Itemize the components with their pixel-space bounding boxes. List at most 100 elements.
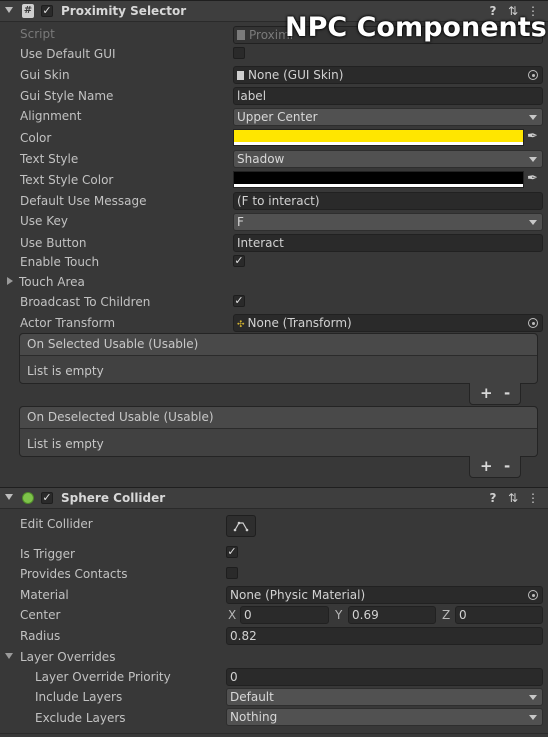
eyedropper-icon[interactable]: ✒ [527, 171, 538, 186]
layer-overrides-foldout[interactable]: Layer Overrides [20, 650, 115, 664]
broadcast-to-children-checkbox[interactable]: ✓ [233, 295, 245, 307]
on-deselected-usable-event: On Deselected Usable (Usable) List is em… [19, 406, 538, 457]
center-z-input[interactable]: 0 [455, 606, 543, 624]
radius-input[interactable]: 0.82 [226, 627, 543, 645]
gui-skin-label: Gui Skin [20, 68, 70, 82]
remove-listener-button[interactable]: - [504, 384, 510, 402]
material-field[interactable]: None (Physic Material) [226, 586, 543, 604]
use-key-dropdown[interactable]: F [233, 213, 543, 231]
include-layers-value: Default [230, 690, 274, 704]
transform-icon: ✣ [237, 320, 245, 330]
edit-collider-button[interactable] [226, 515, 256, 537]
text-style-value: Shadow [237, 152, 285, 166]
alignment-value: Upper Center [237, 110, 318, 124]
event-empty-text: List is empty [27, 437, 104, 451]
color-label: Color [20, 131, 52, 145]
overlay-title: NPC Components [285, 12, 547, 43]
edit-collider-label: Edit Collider [20, 517, 93, 531]
use-key-value: F [237, 215, 244, 229]
material-label: Material [20, 588, 69, 602]
component-enabled-checkbox[interactable]: ✓ [41, 5, 53, 17]
include-layers-label: Include Layers [35, 690, 123, 704]
exclude-layers-value: Nothing [230, 710, 278, 724]
event-empty-text: List is empty [27, 364, 104, 378]
foldout-arrow-icon[interactable] [7, 277, 13, 285]
menu-icon[interactable]: ⋮ [526, 491, 540, 505]
center-z-axis-label: Z [442, 608, 451, 622]
enable-touch-label: Enable Touch [20, 255, 100, 269]
broadcast-to-children-label: Broadcast To Children [20, 295, 151, 309]
object-picker-icon[interactable] [528, 318, 538, 328]
is-trigger-checkbox[interactable]: ✓ [226, 546, 238, 558]
enable-touch-checkbox[interactable]: ✓ [233, 255, 245, 267]
text-style-label: Text Style [20, 152, 79, 166]
layer-override-priority-input[interactable]: 0 [226, 668, 543, 686]
use-default-gui-checkbox[interactable] [233, 47, 245, 59]
object-picker-icon[interactable] [528, 590, 538, 600]
event-add-remove: + - [469, 383, 521, 405]
use-default-gui-label: Use Default GUI [20, 47, 116, 61]
color-swatch[interactable] [233, 129, 524, 146]
actor-transform-field[interactable]: ✣ None (Transform) [233, 314, 543, 332]
gui-skin-file-icon [237, 71, 244, 80]
sphere-collider-header[interactable]: ✓ Sphere Collider ? ⇅ ⋮ [0, 487, 548, 509]
actor-transform-label: Actor Transform [20, 316, 116, 330]
component-title: Proximity Selector [61, 4, 187, 18]
center-label: Center [20, 608, 61, 622]
gui-style-name-label: Gui Style Name [20, 89, 114, 103]
object-picker-icon[interactable] [528, 70, 538, 80]
event-header: On Deselected Usable (Usable) [20, 407, 537, 429]
chevron-down-icon [529, 220, 537, 225]
default-use-message-label: Default Use Message [20, 194, 147, 208]
chevron-down-icon [529, 695, 537, 700]
eyedropper-icon[interactable]: ✒ [527, 129, 538, 144]
chevron-down-icon [529, 157, 537, 162]
use-button-input[interactable]: Interact [233, 234, 543, 252]
use-key-label: Use Key [20, 214, 68, 228]
provides-contacts-checkbox[interactable] [226, 567, 238, 579]
text-style-color-swatch[interactable] [233, 171, 524, 188]
touch-area-foldout[interactable]: Touch Area [19, 275, 85, 289]
on-selected-usable-event: On Selected Usable (Usable) List is empt… [19, 333, 538, 384]
center-y-input[interactable]: 0.69 [348, 606, 436, 624]
foldout-arrow-icon[interactable] [5, 7, 13, 13]
chevron-down-icon [529, 115, 537, 120]
script-label: Script [20, 27, 55, 41]
bottom-divider [0, 733, 548, 734]
sphere-collider-icon [22, 492, 34, 504]
help-icon[interactable]: ? [486, 491, 500, 505]
event-add-remove: + - [469, 456, 521, 478]
foldout-arrow-icon[interactable] [5, 494, 13, 500]
gui-skin-field[interactable]: None (GUI Skin) [233, 66, 543, 84]
add-listener-button[interactable]: + [480, 384, 493, 402]
component-title: Sphere Collider [61, 491, 166, 505]
chevron-down-icon [529, 715, 537, 720]
center-x-input[interactable]: 0 [240, 606, 329, 624]
edit-collider-icon [233, 521, 249, 532]
exclude-layers-dropdown[interactable]: Nothing [226, 708, 543, 726]
event-header: On Selected Usable (Usable) [20, 334, 537, 356]
settings-icon[interactable]: ⇅ [506, 491, 520, 505]
radius-label: Radius [20, 629, 61, 643]
exclude-layers-label: Exclude Layers [35, 711, 126, 725]
gui-style-name-input[interactable]: label [233, 87, 543, 105]
center-x-axis-label: X [228, 608, 237, 622]
foldout-arrow-icon[interactable] [5, 653, 13, 659]
component-enabled-checkbox[interactable]: ✓ [41, 492, 53, 504]
material-value: None (Physic Material) [230, 588, 366, 602]
remove-listener-button[interactable]: - [504, 457, 510, 475]
alignment-label: Alignment [20, 109, 82, 123]
provides-contacts-label: Provides Contacts [20, 567, 128, 581]
actor-transform-value: None (Transform) [247, 316, 352, 330]
is-trigger-label: Is Trigger [20, 547, 75, 561]
default-use-message-input[interactable]: (F to interact) [233, 192, 543, 210]
script-icon: # [22, 4, 34, 18]
text-style-dropdown[interactable]: Shadow [233, 150, 543, 168]
script-file-icon [237, 30, 245, 40]
gui-skin-value: None (GUI Skin) [248, 68, 344, 82]
add-listener-button[interactable]: + [480, 457, 493, 475]
use-button-label: Use Button [20, 236, 87, 250]
text-style-color-label: Text Style Color [20, 173, 114, 187]
alignment-dropdown[interactable]: Upper Center [233, 108, 543, 126]
include-layers-dropdown[interactable]: Default [226, 688, 543, 706]
